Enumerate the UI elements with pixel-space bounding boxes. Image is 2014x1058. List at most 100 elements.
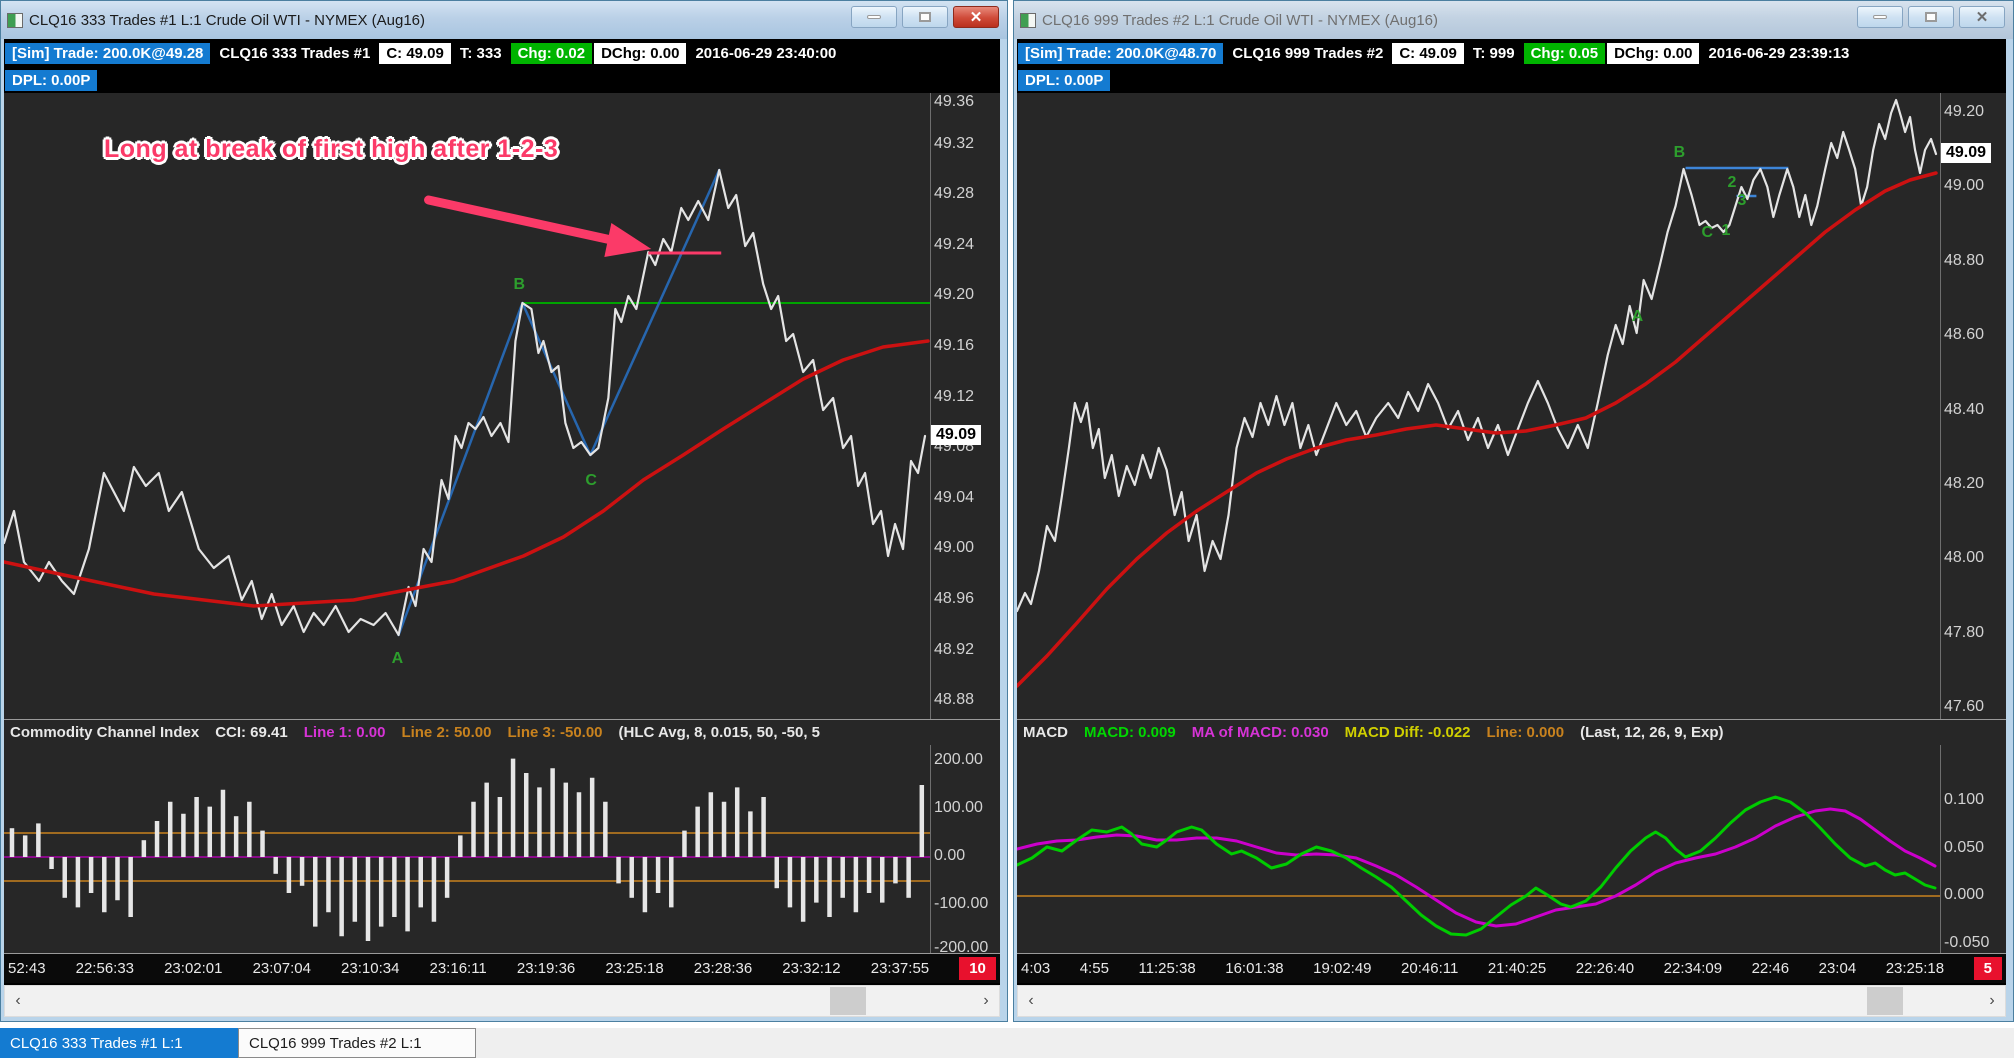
dpl-value: DPL: 0.00P: [1018, 70, 1110, 91]
cci-panel[interactable]: 200.00100.000.00-100.00-200.00: [4, 745, 1000, 953]
time-tick: 52:43: [8, 960, 46, 977]
swing-label-A: A: [1632, 308, 1644, 325]
time-tick: 20:46:11: [1401, 960, 1458, 977]
maximize-button[interactable]: [902, 6, 948, 28]
timestamp: 2016-06-29 23:39:13: [1701, 43, 1856, 64]
annotation-arrow-shaft: [429, 200, 612, 240]
taskbar: CLQ16 333 Trades #1 L:1 CLQ16 999 Trades…: [0, 1028, 2014, 1058]
cci-canvas[interactable]: [4, 745, 930, 953]
cci-header: Commodity Channel Index CCI: 69.41 Line …: [4, 719, 1000, 745]
close-button[interactable]: ✕: [1959, 6, 2005, 28]
axis-tick: 49.04: [934, 489, 974, 507]
macd-line-value: Line: 0.000: [1487, 724, 1565, 741]
chart-window-333: CLQ16 333 Trades #1 L:1 Crude Oil WTI - …: [0, 0, 1008, 1022]
axis-tick: 47.80: [1944, 624, 1984, 642]
last-price-box: 49.09: [931, 425, 981, 445]
timestamp: 2016-06-29 23:40:00: [688, 43, 843, 64]
close-button[interactable]: ✕: [953, 6, 999, 28]
time-tick: 23:19:36: [517, 960, 575, 977]
cci-line2-value: Line 2: 50.00: [401, 724, 491, 741]
chart-icon: [1020, 13, 1036, 28]
abc-trendline: [399, 170, 720, 635]
swing-label-A: A: [392, 650, 404, 667]
axis-tick: 47.60: [1944, 698, 1984, 716]
price-chart-region[interactable]: ABC123 49.2049.0048.8048.6048.4048.2048.…: [1017, 93, 2006, 719]
scrollbar-thumb[interactable]: [1867, 987, 1903, 1015]
macd-ma-value: MA of MACD: 0.030: [1192, 724, 1329, 741]
time-tick: 22:26:40: [1576, 960, 1634, 977]
maximize-button[interactable]: [1908, 6, 1954, 28]
macd-canvas[interactable]: [1017, 745, 1940, 953]
titlebar-left[interactable]: CLQ16 333 Trades #1 L:1 Crude Oil WTI - …: [1, 1, 1007, 39]
scroll-left-icon[interactable]: ‹: [5, 986, 31, 1016]
scrollbar-thumb[interactable]: [830, 987, 866, 1015]
time-tick: 4:03: [1021, 960, 1050, 977]
minimize-button[interactable]: [1857, 6, 1903, 28]
status-bar: [Sim] Trade: 200.0K@48.70 CLQ16 999 Trad…: [1017, 39, 2006, 67]
time-tick: 23:28:36: [694, 960, 752, 977]
price-line: [4, 170, 925, 635]
time-axis: 4:034:5511:25:3816:01:3819:02:4920:46:11…: [1017, 953, 2006, 983]
horizontal-scrollbar[interactable]: ‹ ›: [1017, 985, 2006, 1017]
scroll-right-icon[interactable]: ›: [973, 986, 999, 1016]
annotation-arrow-head: [604, 223, 651, 257]
time-tick: 23:10:34: [341, 960, 399, 977]
annotation-text: Long at break of first high after 1-2-3: [104, 135, 558, 164]
swing-label-C: C: [585, 472, 597, 489]
trades-value: T: 999: [1466, 43, 1522, 64]
time-tick: 23:25:18: [605, 960, 663, 977]
price-chart-canvas[interactable]: A B C: [4, 93, 930, 719]
axis-tick: 49.28: [934, 185, 974, 203]
cci-value: CCI: 69.41: [215, 724, 288, 741]
titlebar-right[interactable]: CLQ16 999 Trades #2 L:1 Crude Oil WTI - …: [1014, 1, 2013, 39]
axis-tick: 49.16: [934, 337, 974, 355]
dpl-value: DPL: 0.00P: [5, 70, 97, 91]
cci-line3-value: Line 3: -50.00: [507, 724, 602, 741]
change-badge: Chg: 0.05: [1524, 43, 1606, 64]
swing-label-C: C: [1702, 224, 1714, 241]
price-axis: 49.2049.0048.8048.6048.4048.2048.0047.80…: [1940, 93, 2006, 719]
swing-label-B: B: [513, 276, 525, 293]
last-price-box: 49.09: [1941, 143, 1991, 163]
axis-tick: 48.88: [934, 691, 974, 709]
time-axis: 52:4322:56:3323:02:0123:07:0423:10:3423:…: [4, 953, 1000, 983]
chart-icon: [7, 13, 23, 28]
axis-tick: 49.36: [934, 93, 974, 111]
scroll-left-icon[interactable]: ‹: [1018, 986, 1044, 1016]
daily-change-value: DChg: 0.00: [1607, 43, 1699, 64]
time-tick: 22:34:09: [1664, 960, 1722, 977]
scroll-right-icon[interactable]: ›: [1979, 986, 2005, 1016]
horizontal-scrollbar[interactable]: ‹ ›: [4, 985, 1000, 1017]
symbol-label: CLQ16 333 Trades #1: [212, 43, 377, 64]
swing-label-2: 2: [1727, 174, 1736, 191]
axis-tick: 49.32: [934, 135, 974, 153]
axis-tick: 0.000: [1944, 886, 1984, 904]
price-axis: 49.3649.3249.2849.2449.2049.1649.1249.08…: [930, 93, 1000, 719]
time-tick: 23:02:01: [164, 960, 222, 977]
taskbar-tab-999[interactable]: CLQ16 999 Trades #2 L:1: [238, 1028, 476, 1058]
macd-panel[interactable]: 0.1000.0500.000-0.050: [1017, 745, 2006, 953]
taskbar-tab-333[interactable]: CLQ16 333 Trades #1 L:1: [0, 1028, 238, 1058]
axis-tick: 0.050: [1944, 839, 1984, 857]
time-tick: 23:16:11: [430, 960, 487, 977]
axis-tick: 0.100: [1944, 791, 1984, 809]
cci-title: Commodity Channel Index: [10, 724, 199, 741]
price-line: [1017, 100, 1936, 611]
price-chart-region[interactable]: A B C Long at break of first high after 1-…: [4, 93, 1000, 719]
moving-average-line: [1017, 173, 1936, 686]
macd-params: (Last, 12, 26, 9, Exp): [1580, 724, 1723, 741]
axis-tick: 48.40: [1944, 401, 1984, 419]
price-chart-canvas[interactable]: ABC123: [1017, 93, 1940, 719]
minimize-button[interactable]: [851, 6, 897, 28]
macd-header: MACD MACD: 0.009 MA of MACD: 0.030 MACD …: [1017, 719, 2006, 745]
axis-tick: 49.20: [1944, 103, 1984, 121]
cci-axis: 200.00100.000.00-100.00-200.00: [930, 745, 1000, 953]
time-tick: 4:55: [1080, 960, 1109, 977]
axis-tick: 49.20: [934, 286, 974, 304]
time-tick: 23:37:55: [871, 960, 929, 977]
axis-tick: 48.00: [1944, 549, 1984, 567]
time-tick: 22:46: [1752, 960, 1790, 977]
time-tick: 11:25:38: [1138, 960, 1195, 977]
chart-window-999: CLQ16 999 Trades #2 L:1 Crude Oil WTI - …: [1013, 0, 2014, 1022]
swing-label-3: 3: [1737, 192, 1746, 209]
